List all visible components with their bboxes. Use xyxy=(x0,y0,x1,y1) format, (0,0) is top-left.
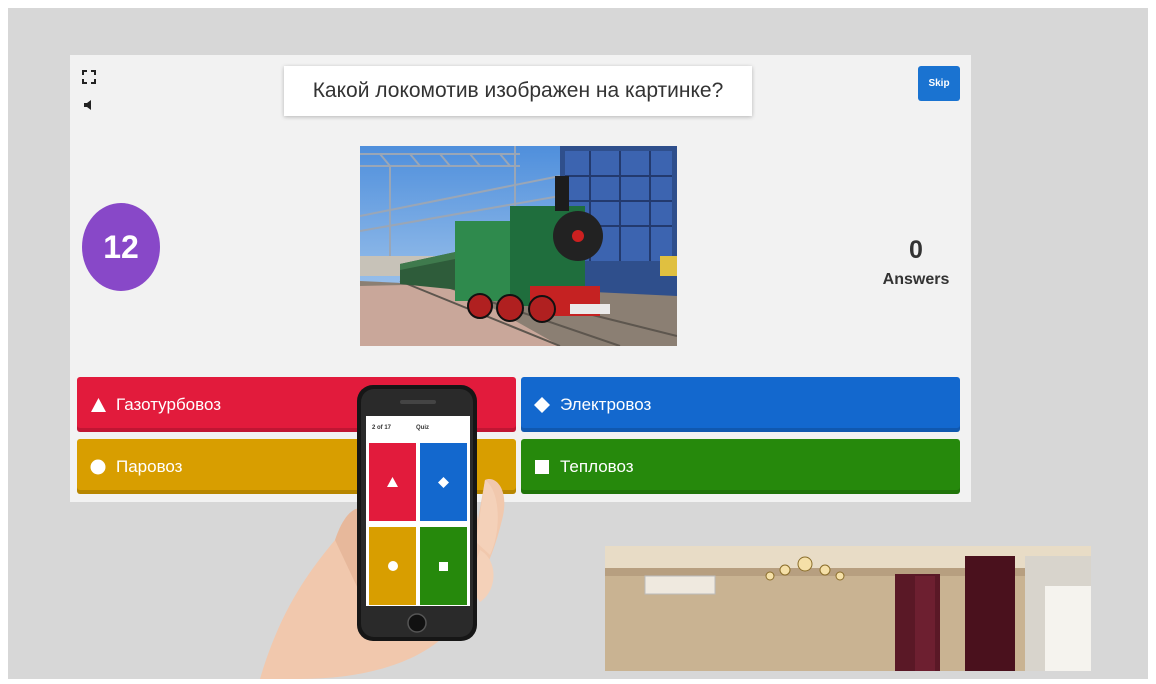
webcam-room-photo xyxy=(605,546,1091,671)
answer-label: Паровоз xyxy=(116,456,183,476)
answer-label: Газотурбовоз xyxy=(116,394,222,414)
phone-tile-triangle[interactable] xyxy=(369,443,416,521)
diamond-icon xyxy=(534,396,550,413)
timer-value: 12 xyxy=(103,228,139,265)
answers-counter: 0 Answers xyxy=(866,236,966,289)
phone-screen: 2 of 17 Quiz xyxy=(366,416,470,606)
question-image-locomotive xyxy=(360,146,677,346)
answer-option-square[interactable]: Тепловоз xyxy=(521,439,960,494)
question-card: Какой локомотив изображен на картинке? xyxy=(284,66,752,116)
phone-progress: 2 of 17 xyxy=(372,425,392,431)
answer-label: Электровоз xyxy=(560,394,652,414)
countdown-timer: 12 xyxy=(82,203,160,291)
skip-button[interactable]: Skip xyxy=(918,66,960,101)
phone-tile-diamond[interactable] xyxy=(420,443,467,521)
phone-header: 2 of 17 Quiz xyxy=(366,416,470,440)
phone-app-label: Quiz xyxy=(416,425,429,431)
fullscreen-icon[interactable] xyxy=(79,67,99,87)
phone-tile-square[interactable] xyxy=(420,527,467,605)
answer-option-diamond[interactable]: Электровоз xyxy=(521,377,960,432)
phone-tile-circle[interactable] xyxy=(369,527,416,605)
circle-icon xyxy=(90,459,106,475)
answer-label: Тепловоз xyxy=(560,456,634,476)
question-text: Какой локомотив изображен на картинке? xyxy=(312,79,724,102)
phone-answer-grid xyxy=(369,443,467,606)
triangle-icon xyxy=(90,397,106,413)
answers-count-value: 0 xyxy=(909,236,923,264)
answers-count-label: Answers xyxy=(882,271,950,288)
square-icon xyxy=(534,459,550,475)
speaker-icon[interactable] xyxy=(79,95,99,115)
